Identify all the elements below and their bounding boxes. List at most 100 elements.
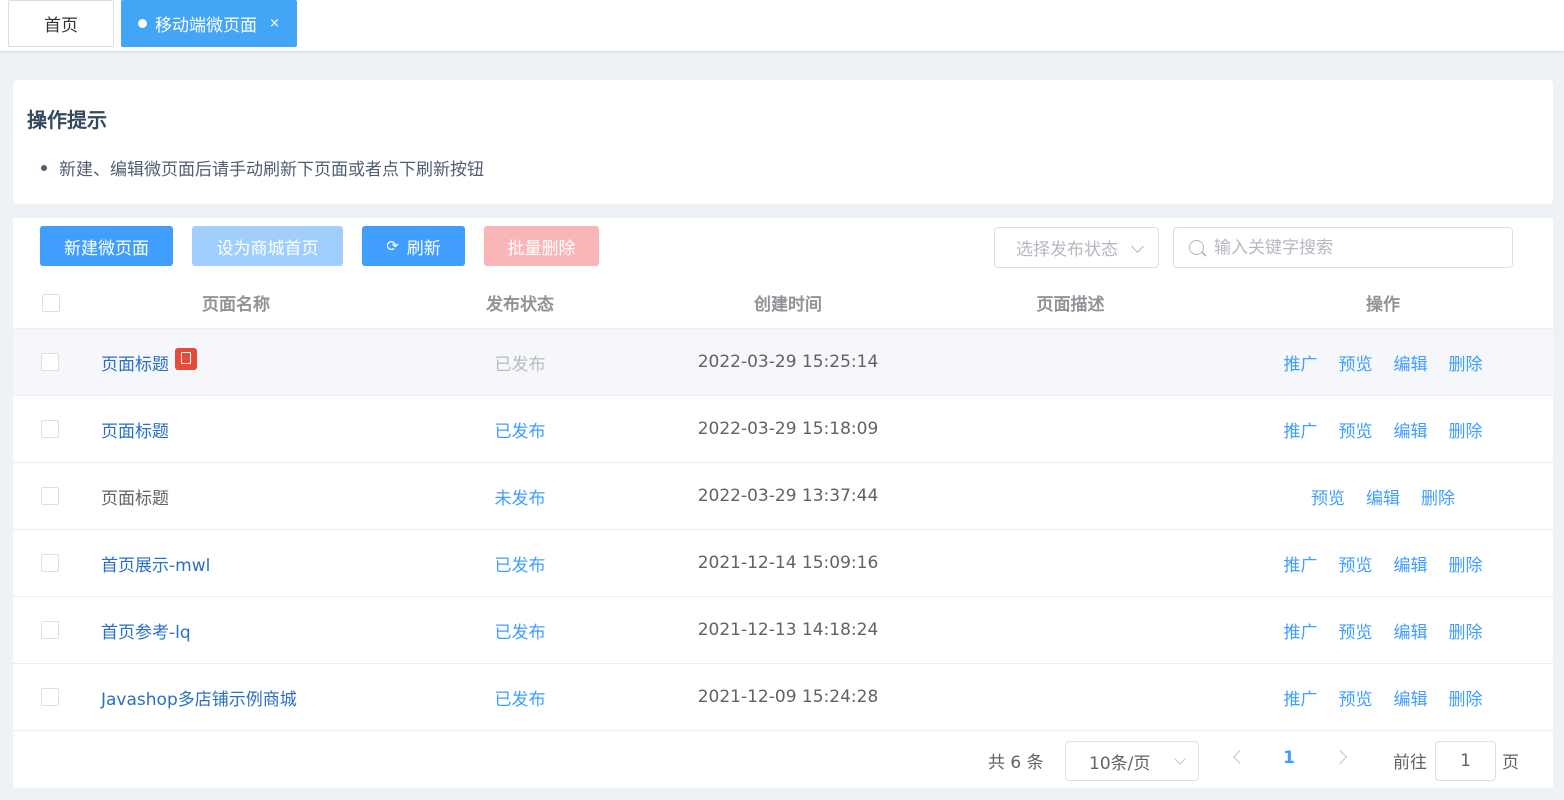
- delete-button[interactable]: 删除: [1449, 350, 1483, 375]
- table-row: 首页展示-mwl 已发布 2021-12-14 15:09:16 推广 预览 编…: [13, 530, 1553, 597]
- edit-button[interactable]: 编辑: [1394, 350, 1428, 375]
- tip-item: 新建、编辑微页面后请手动刷新下页面或者点下刷新按钮: [41, 155, 484, 180]
- header-desc: 页面描述: [1036, 295, 1105, 315]
- page-desc: [938, 396, 1203, 462]
- row-actions: 推广 预览 编辑 删除: [1233, 530, 1533, 596]
- publish-status: 已发布: [494, 421, 546, 442]
- page-name-link[interactable]: 首页参考-lq: [101, 618, 191, 643]
- row-checkbox[interactable]: [41, 688, 59, 706]
- delete-button[interactable]: 删除: [1449, 685, 1483, 710]
- edit-button[interactable]: 编辑: [1394, 618, 1428, 643]
- edit-button[interactable]: 编辑: [1366, 484, 1400, 509]
- page-name-link[interactable]: Javashop多店铺示例商城: [101, 685, 297, 710]
- page-desc: [938, 597, 1203, 663]
- active-dot-icon: [138, 19, 148, 28]
- preview-button[interactable]: 预览: [1339, 551, 1373, 576]
- tip-title: 操作提示: [27, 108, 107, 132]
- row-checkbox[interactable]: [41, 621, 59, 639]
- page-name-link[interactable]: 页面标题: [101, 350, 169, 375]
- table-row: Javashop多店铺示例商城 已发布 2021-12-09 15:24:28 …: [13, 664, 1553, 731]
- publish-status: 已发布: [494, 555, 546, 576]
- table-row: 页面标题 未发布 2022-03-29 13:37:44 预览 编辑 删除: [13, 463, 1553, 530]
- row-checkbox[interactable]: [41, 420, 59, 438]
- preview-button[interactable]: 预览: [1339, 618, 1373, 643]
- edit-button[interactable]: 编辑: [1394, 417, 1428, 442]
- preview-button[interactable]: 预览: [1339, 350, 1373, 375]
- edit-button[interactable]: 编辑: [1394, 551, 1428, 576]
- page-desc: [938, 329, 1203, 395]
- page-desc: [938, 664, 1203, 730]
- header-status: 发布状态: [486, 295, 554, 315]
- row-actions: 推广 预览 编辑 删除: [1233, 597, 1533, 663]
- delete-button[interactable]: 删除: [1449, 551, 1483, 576]
- next-page-icon[interactable]: [1332, 749, 1348, 765]
- row-checkbox[interactable]: [41, 353, 59, 371]
- page-size-select[interactable]: 10条/页: [1065, 741, 1199, 781]
- page-name-link[interactable]: 页面标题: [101, 417, 169, 442]
- search-input[interactable]: [1214, 228, 1504, 267]
- goto-label: 前往: [1393, 753, 1427, 773]
- created-time: 2021-12-13 14:18:24: [697, 620, 879, 640]
- pagination: 共 6 条 10条/页 1 前往 页: [13, 728, 1553, 788]
- publish-status: 已发布: [494, 689, 546, 710]
- row-actions: 推广 预览 编辑 删除: [1233, 396, 1533, 462]
- set-store-home-button[interactable]: 设为商城首页: [192, 226, 343, 266]
- refresh-button[interactable]: ⟳ 刷新: [362, 226, 465, 266]
- operation-tip-card: 操作提示 新建、编辑微页面后请手动刷新下页面或者点下刷新按钮: [13, 80, 1553, 204]
- chevron-down-icon: [1131, 240, 1144, 253]
- prev-page-icon[interactable]: [1232, 749, 1248, 765]
- publish-status-placeholder: 选择发布状态: [1016, 240, 1118, 260]
- table-row: 页面标题 已发布 2022-03-29 15:18:09 推广 预览 编辑 删除: [13, 396, 1553, 463]
- publish-status: 已发布: [494, 354, 546, 375]
- new-micropage-button[interactable]: 新建微页面: [40, 226, 173, 266]
- preview-button[interactable]: 预览: [1339, 685, 1373, 710]
- header-ops: 操作: [1366, 295, 1400, 315]
- page-number-current[interactable]: 1: [1283, 748, 1295, 768]
- page-name-link[interactable]: 首页展示-mwl: [101, 551, 210, 576]
- search-icon: [1189, 240, 1204, 255]
- delete-button[interactable]: 删除: [1449, 417, 1483, 442]
- created-time: 2022-03-29 13:37:44: [697, 486, 879, 506]
- delete-button[interactable]: 删除: [1449, 618, 1483, 643]
- row-checkbox[interactable]: [41, 487, 59, 505]
- table-row: 首页参考-lq 已发布 2021-12-13 14:18:24 推广 预览 编辑…: [13, 597, 1553, 664]
- preview-button[interactable]: 预览: [1311, 484, 1345, 509]
- tab-mobile-micropage[interactable]: 移动端微页面 ×: [121, 0, 297, 47]
- edit-button[interactable]: 编辑: [1394, 685, 1428, 710]
- preview-button[interactable]: 预览: [1339, 417, 1373, 442]
- promote-button[interactable]: 推广: [1284, 417, 1318, 442]
- header-name: 页面名称: [202, 295, 270, 315]
- micropage-table: 页面名称 发布状态 创建时间 页面描述 操作 页面标题 已发布 2022-03-…: [13, 277, 1553, 731]
- batch-delete-button[interactable]: 批量删除: [484, 226, 599, 266]
- delete-button[interactable]: 删除: [1421, 484, 1455, 509]
- row-actions: 推广 预览 编辑 删除: [1233, 664, 1533, 730]
- home-page-badge-icon: [175, 348, 197, 370]
- row-checkbox[interactable]: [41, 554, 59, 572]
- goto-page-input[interactable]: [1435, 741, 1496, 781]
- created-time: 2021-12-14 15:09:16: [697, 553, 879, 573]
- header-created: 创建时间: [754, 295, 822, 315]
- tab-bar: 首页 移动端微页面 ×: [0, 0, 1564, 52]
- publish-status: 未发布: [494, 488, 546, 509]
- page-name-link[interactable]: 页面标题: [101, 484, 169, 509]
- page-desc: [938, 530, 1203, 596]
- chevron-down-icon: [1174, 753, 1186, 765]
- tab-home[interactable]: 首页: [8, 0, 114, 47]
- page-desc: [938, 463, 1203, 529]
- refresh-button-label: 刷新: [406, 238, 441, 259]
- total-count: 共 6 条: [988, 753, 1044, 773]
- search-box[interactable]: [1173, 227, 1513, 268]
- created-time: 2022-03-29 15:25:14: [697, 352, 879, 372]
- goto-suffix: 页: [1502, 753, 1519, 773]
- promote-button[interactable]: 推广: [1284, 350, 1318, 375]
- promote-button[interactable]: 推广: [1284, 618, 1318, 643]
- tab-mobile-micropage-label: 移动端微页面: [155, 16, 258, 36]
- promote-button[interactable]: 推广: [1284, 685, 1318, 710]
- publish-status-select[interactable]: 选择发布状态: [994, 227, 1159, 268]
- select-all-checkbox[interactable]: [42, 293, 60, 312]
- page-size-value: 10条/页: [1089, 753, 1151, 774]
- table-row: 页面标题 已发布 2022-03-29 15:25:14 推广 预览 编辑 删除: [13, 329, 1553, 396]
- table-header: 页面名称 发布状态 创建时间 页面描述 操作: [13, 277, 1553, 329]
- close-icon[interactable]: ×: [269, 16, 280, 31]
- promote-button[interactable]: 推广: [1284, 551, 1318, 576]
